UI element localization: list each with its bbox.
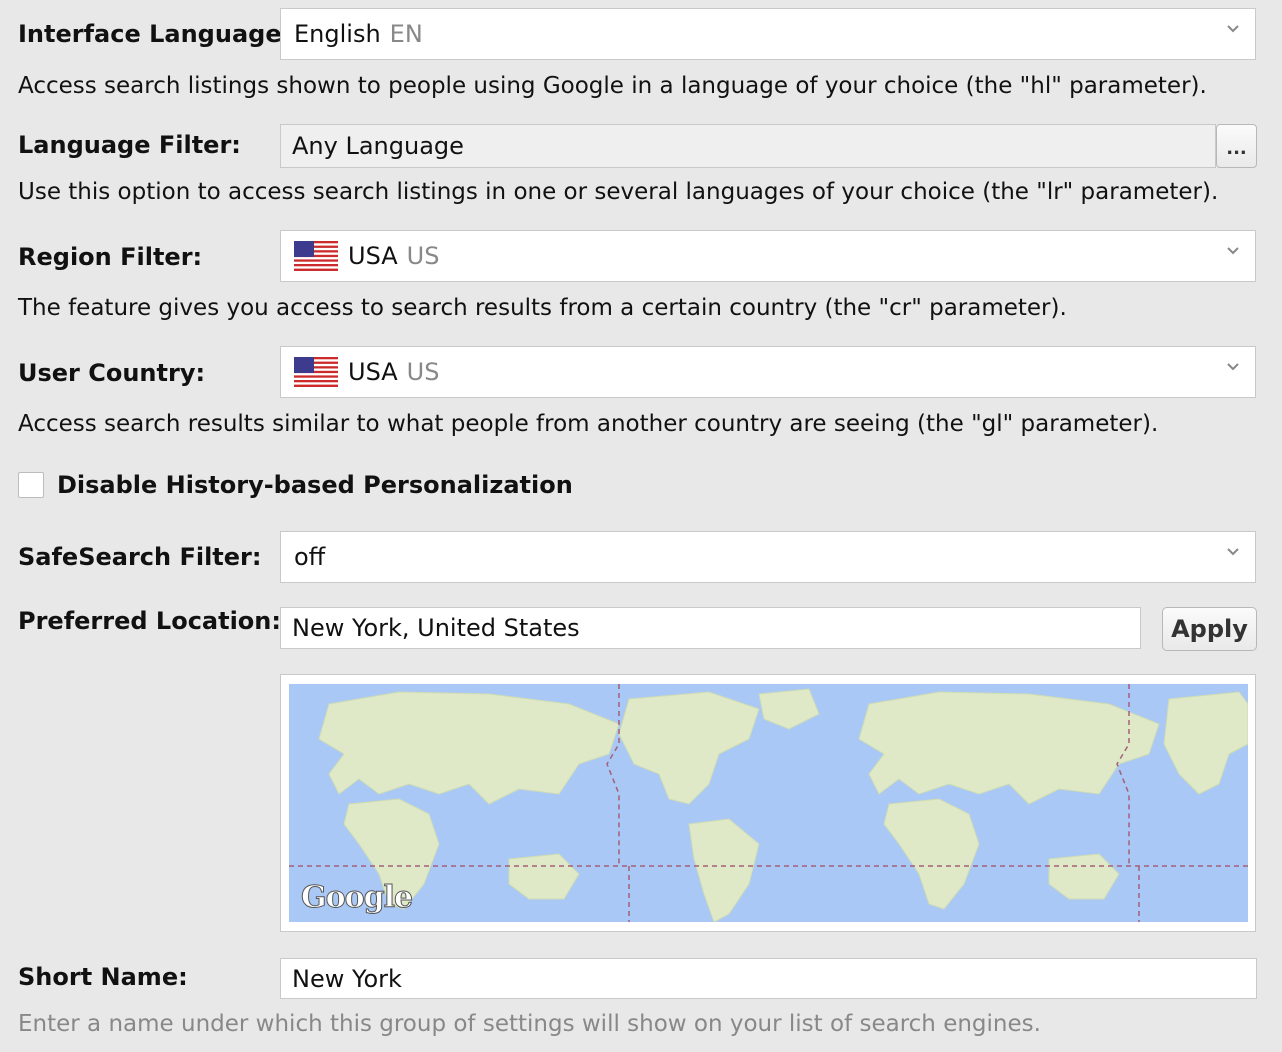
us-flag-icon (294, 241, 348, 271)
safesearch-label: SafeSearch Filter: (18, 543, 262, 571)
location-map[interactable]: Google (289, 684, 1248, 922)
region-filter-code: US (406, 242, 440, 270)
chevron-down-icon (1227, 25, 1239, 35)
apply-button[interactable]: Apply (1162, 607, 1257, 651)
short-name-value: New York (292, 964, 402, 993)
region-filter-description: The feature gives you access to search r… (18, 295, 1067, 321)
world-map-graphic (289, 684, 1248, 922)
preferred-location-input[interactable]: New York, United States (280, 607, 1141, 649)
safesearch-value: off (294, 543, 326, 571)
user-country-select[interactable]: USA US (280, 346, 1256, 398)
chevron-down-icon (1227, 548, 1239, 558)
us-flag-icon (294, 357, 348, 387)
chevron-down-icon (1227, 363, 1239, 373)
region-filter-select[interactable]: USA US (280, 230, 1256, 282)
interface-language-code: EN (389, 20, 423, 48)
interface-language-value: English (294, 20, 381, 48)
location-map-frame: Google (280, 674, 1256, 932)
language-filter-browse-button[interactable]: ... (1216, 124, 1257, 168)
region-filter-value: USA (348, 242, 398, 270)
chevron-down-icon (1227, 247, 1239, 257)
user-country-value: USA (348, 358, 398, 386)
interface-language-select[interactable]: English EN (280, 8, 1256, 60)
language-filter-label: Language Filter: (18, 131, 241, 159)
interface-language-label: Interface Language: (18, 20, 292, 48)
interface-language-description: Access search listings shown to people u… (18, 73, 1207, 99)
region-filter-label: Region Filter: (18, 243, 203, 271)
language-filter-description: Use this option to access search listing… (18, 179, 1219, 205)
preferred-location-label: Preferred Location: (18, 607, 281, 635)
user-country-code: US (406, 358, 440, 386)
preferred-location-value: New York, United States (292, 614, 580, 642)
disable-personalization-checkbox[interactable] (18, 472, 44, 498)
short-name-description: Enter a name under which this group of s… (18, 1011, 1041, 1037)
user-country-label: User Country: (18, 359, 206, 387)
short-name-label: Short Name: (18, 963, 188, 991)
language-filter-value: Any Language (292, 132, 464, 160)
user-country-description: Access search results similar to what pe… (18, 411, 1159, 437)
disable-personalization-label[interactable]: Disable History-based Personalization (57, 471, 573, 499)
short-name-input[interactable]: New York (280, 958, 1257, 999)
language-filter-field[interactable]: Any Language (280, 124, 1216, 168)
google-logo: Google (300, 880, 413, 916)
safesearch-select[interactable]: off (280, 531, 1256, 583)
